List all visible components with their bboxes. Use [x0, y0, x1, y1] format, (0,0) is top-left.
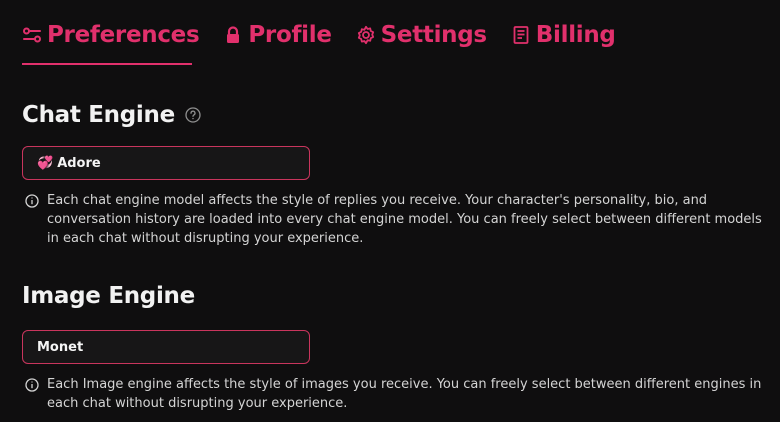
tab-profile[interactable]: Profile: [223, 18, 332, 52]
tab-settings[interactable]: Settings: [356, 18, 487, 52]
lock-icon: [223, 25, 243, 45]
chat-engine-info: Each chat engine model affects the style…: [25, 191, 772, 248]
sliders-icon: [22, 25, 42, 45]
tab-label: Billing: [535, 22, 616, 48]
chat-engine-selected-value: Adore: [57, 155, 101, 171]
tab-preferences[interactable]: Preferences: [22, 18, 200, 52]
chat-engine-select[interactable]: 💞 Adore: [22, 146, 310, 180]
two-hearts-icon: 💞: [37, 155, 54, 171]
chat-engine-title: Chat Engine: [22, 102, 175, 128]
chat-engine-info-text: Each chat engine model affects the style…: [47, 193, 762, 246]
image-engine-select[interactable]: Monet: [22, 330, 310, 364]
image-engine-selected-value: Monet: [37, 339, 84, 355]
help-icon[interactable]: [185, 107, 201, 123]
tab-label: Settings: [380, 22, 487, 48]
tab-label: Preferences: [47, 22, 200, 48]
image-engine-info: Each Image engine affects the style of i…: [25, 375, 772, 413]
document-icon: [511, 25, 531, 45]
gear-icon: [356, 25, 376, 45]
active-tab-indicator: [22, 63, 192, 65]
chat-engine-heading: Chat Engine: [22, 102, 201, 128]
image-engine-heading: Image Engine: [22, 283, 195, 309]
tab-bar: Preferences Profile Settings Billing: [22, 18, 640, 52]
tab-billing[interactable]: Billing: [511, 18, 616, 52]
info-icon: [25, 378, 39, 392]
image-engine-title: Image Engine: [22, 283, 195, 309]
tab-label: Profile: [248, 22, 332, 48]
image-engine-info-text: Each Image engine affects the style of i…: [47, 377, 762, 411]
info-icon: [25, 194, 39, 208]
